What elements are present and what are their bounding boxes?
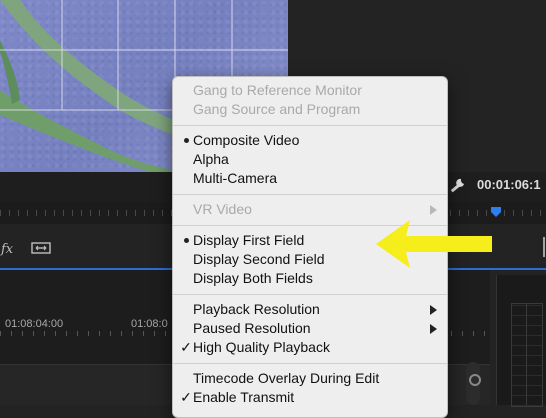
meter-divider — [526, 303, 527, 405]
submenu-arrow-icon — [430, 205, 437, 215]
menu-item-label: Display Second Field — [193, 251, 325, 267]
menu-item-label: Enable Transmit — [193, 389, 295, 405]
playhead-timecode[interactable]: 00:01:06:1 — [477, 177, 541, 192]
bullet-icon — [179, 131, 193, 150]
fit-frame-icon[interactable] — [30, 240, 52, 256]
menu-item-label: Alpha — [193, 151, 229, 167]
checkmark-icon: ✓ — [180, 339, 192, 355]
wrench-icon[interactable] — [448, 177, 468, 195]
menu-item-label: Playback Resolution — [193, 301, 320, 317]
menu-item-label: Gang Source and Program — [193, 101, 361, 117]
menu-item-high-quality-playback[interactable]: ✓ High Quality Playback — [173, 338, 447, 357]
menu-item-playback-resolution[interactable]: Playback Resolution — [173, 300, 447, 319]
menu-item-label: Display Both Fields — [193, 270, 313, 286]
bullet-icon — [179, 231, 193, 250]
menu-separator — [173, 363, 447, 364]
menu-item-composite-video[interactable]: Composite Video — [173, 131, 447, 150]
menu-item-enable-transmit[interactable]: ✓ Enable Transmit — [173, 388, 447, 407]
menu-item-alpha[interactable]: Alpha — [173, 150, 447, 169]
menu-item-label: Composite Video — [193, 132, 300, 148]
panel-edge-icon — [543, 237, 545, 257]
menu-item-label: Multi-Camera — [193, 170, 278, 186]
menu-item-label: High Quality Playback — [193, 339, 330, 355]
annotation-arrow-icon — [376, 220, 492, 268]
menu-item-label: Display First Field — [193, 232, 305, 248]
ruler-label: 01:08:04:00 — [5, 318, 64, 330]
ruler-label: 01:08:0 — [131, 318, 168, 330]
menu-separator — [173, 294, 447, 295]
submenu-arrow-icon — [430, 324, 437, 334]
menu-separator — [173, 194, 447, 195]
menu-item-timecode-overlay-during-edit[interactable]: Timecode Overlay During Edit — [173, 369, 447, 388]
menu-item-multi-camera[interactable]: Multi-Camera — [173, 169, 447, 188]
menu-separator — [173, 125, 447, 126]
menu-item-gang-to-reference-monitor[interactable]: Gang to Reference Monitor — [173, 81, 447, 100]
menu-item-gang-source-and-program[interactable]: Gang Source and Program — [173, 100, 447, 119]
menu-item-paused-resolution[interactable]: Paused Resolution — [173, 319, 447, 338]
submenu-arrow-icon — [430, 305, 437, 315]
audio-meter — [511, 303, 543, 407]
checkmark-icon: ✓ — [180, 389, 192, 405]
menu-item-label: Paused Resolution — [193, 320, 311, 336]
menu-item-label: VR Video — [193, 201, 252, 217]
scrollbar-handle[interactable] — [469, 374, 481, 386]
menu-item-label: Gang to Reference Monitor — [193, 82, 362, 98]
fx-icon[interactable]: fx — [1, 242, 13, 257]
menu-item-label: Timecode Overlay During Edit — [193, 370, 380, 386]
